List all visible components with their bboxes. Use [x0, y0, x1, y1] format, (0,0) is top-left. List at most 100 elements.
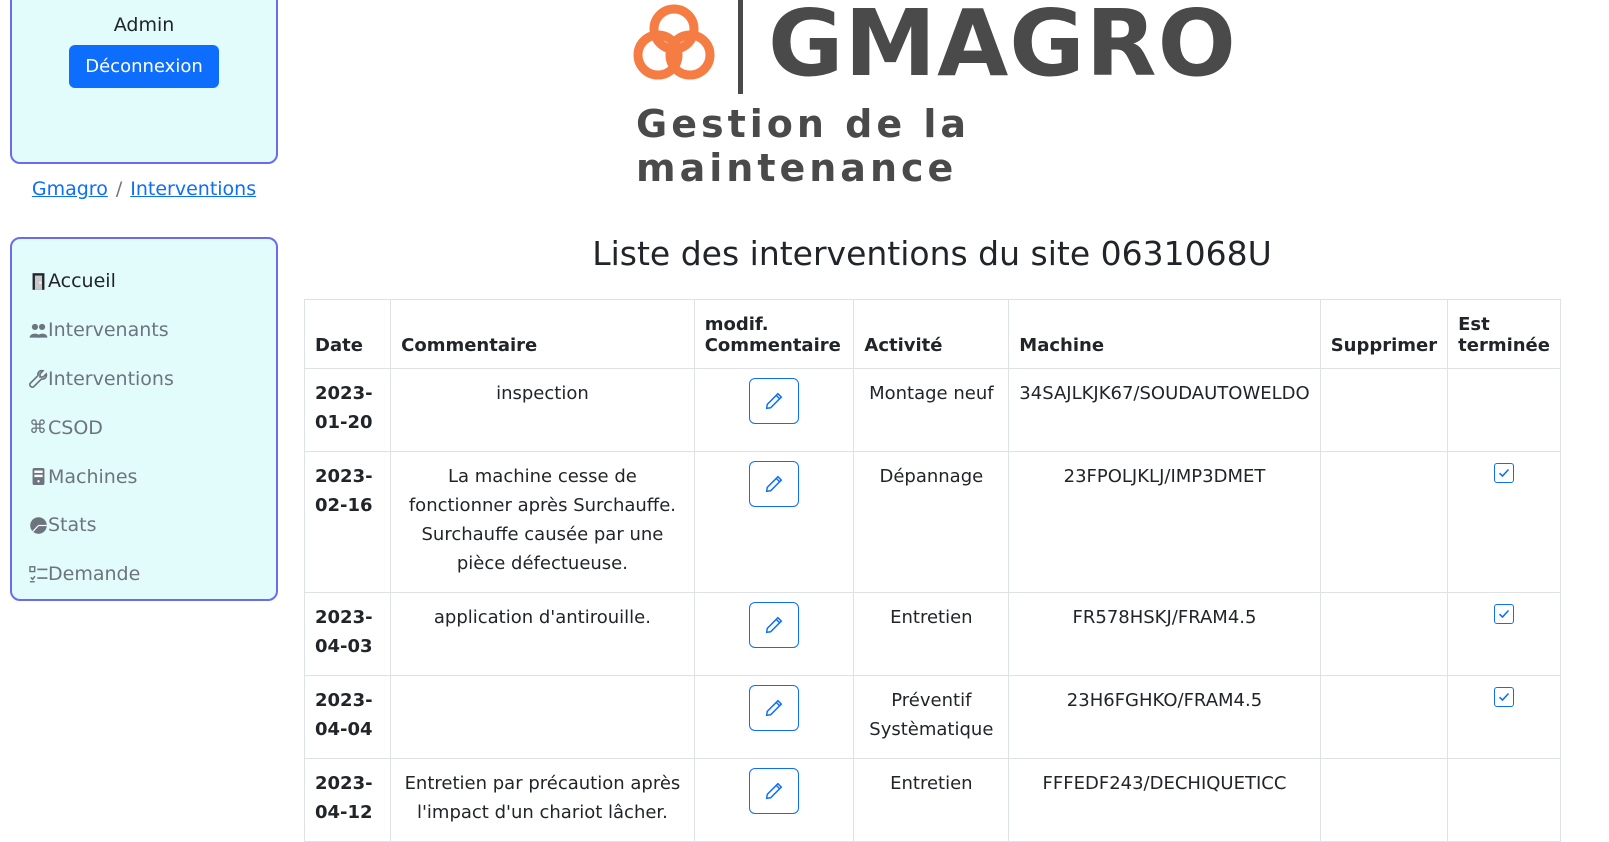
sidebar-item-machines[interactable]: Machines — [12, 452, 276, 501]
wrench-icon — [28, 369, 48, 389]
cell-date: 2023-04-12 — [303, 758, 392, 842]
cell-date: 2023-01-20 — [303, 368, 392, 452]
checklist-icon — [28, 564, 48, 584]
sidebar-item-label: Intervenants — [48, 319, 169, 342]
sidebar-item-intervenants[interactable]: Intervenants — [12, 306, 276, 355]
table-row: 2023-04-03 application d'antirouille. En… — [303, 592, 1561, 676]
cell-supprimer — [1319, 592, 1449, 676]
cell-commentaire — [390, 675, 695, 759]
cell-date: 2023-02-16 — [303, 451, 392, 593]
pencil-icon — [765, 616, 783, 634]
cell-est-terminee — [1447, 592, 1561, 676]
header-activite: Activité — [853, 299, 1010, 369]
cell-edit — [693, 675, 855, 759]
header-modif-commentaire: modif. Commentaire — [693, 299, 855, 369]
table-row: 2023-02-16 La machine cesse de fonctionn… — [303, 451, 1561, 593]
header-commentaire: Commentaire — [390, 299, 695, 369]
header-machine: Machine — [1008, 299, 1321, 369]
server-icon — [28, 467, 48, 487]
header-supprimer: Supprimer — [1319, 299, 1449, 369]
cell-edit — [693, 758, 855, 842]
command-icon: ⌘ — [29, 417, 47, 439]
table-row: 2023-01-20 inspection Montage neuf 34SAJ… — [303, 368, 1561, 452]
user-name: Admin — [113, 14, 175, 36]
sidebar-item-accueil[interactable]: Accueil — [12, 257, 276, 306]
edit-comment-button[interactable] — [749, 461, 800, 507]
sidebar-item-label: Interventions — [48, 367, 174, 390]
pie-chart-icon — [28, 515, 48, 535]
cell-machine: 23FPOLJKLJ/IMP3DMET — [1008, 451, 1321, 593]
gmagro-logo: GMAGRO Gestion de la maintenance — [632, 0, 1272, 190]
cell-supprimer — [1319, 368, 1449, 452]
sidebar-item-stats[interactable]: Stats — [12, 501, 276, 550]
interventions-table: Date Commentaire modif. Commentaire Acti… — [303, 299, 1561, 842]
cell-est-terminee — [1447, 368, 1561, 452]
door-icon — [28, 271, 48, 291]
sidebar-item-label: Stats — [48, 514, 97, 537]
cell-machine: 34SAJLKJK67/SOUDAUTOWELDO — [1008, 368, 1321, 452]
people-icon — [28, 320, 48, 340]
pencil-icon — [765, 782, 783, 800]
page-title: Liste des interventions du site 0631068U — [592, 234, 1272, 273]
user-panel: Admin Déconnexion — [10, 0, 278, 164]
sidebar-item-csod[interactable]: ⌘ CSOD — [12, 403, 276, 452]
cell-commentaire: Entretien par précaution après l'impact … — [390, 758, 695, 842]
sidebar-item-demande[interactable]: Demande — [12, 550, 276, 599]
cell-activite: Dépannage — [853, 451, 1010, 593]
cell-activite: Préventif Systèmatique — [853, 675, 1010, 759]
terminee-checkbox[interactable] — [1494, 604, 1515, 624]
cell-activite: Entretien — [853, 592, 1010, 676]
edit-comment-button[interactable] — [749, 378, 800, 424]
sidebar-item-label: Machines — [48, 465, 138, 488]
breadcrumb-home[interactable]: Gmagro — [32, 178, 108, 200]
sidebar-item-interventions[interactable]: Interventions — [12, 355, 276, 404]
cell-edit — [693, 592, 855, 676]
logo-divider — [738, 0, 743, 94]
cell-commentaire: La machine cesse de fonctionner après Su… — [390, 451, 695, 593]
cell-activite: Entretien — [853, 758, 1010, 842]
cell-machine: FR578HSKJ/FRAM4.5 — [1008, 592, 1321, 676]
cell-activite: Montage neuf — [853, 368, 1010, 452]
cell-supprimer — [1319, 758, 1449, 842]
logo-rings-icon — [633, 4, 715, 80]
logout-button[interactable]: Déconnexion — [69, 45, 219, 88]
checkmark-icon — [1499, 692, 1510, 702]
table-header-row: Date Commentaire modif. Commentaire Acti… — [303, 299, 1561, 369]
cell-supprimer — [1319, 451, 1449, 593]
cell-commentaire: inspection — [390, 368, 695, 452]
terminee-checkbox[interactable] — [1494, 463, 1515, 483]
breadcrumb-interventions[interactable]: Interventions — [130, 178, 256, 200]
breadcrumb-separator: / — [115, 178, 123, 200]
cell-edit — [693, 368, 855, 452]
pencil-icon — [765, 699, 783, 717]
cell-machine: 23H6FGHKO/FRAM4.5 — [1008, 675, 1321, 759]
cell-est-terminee — [1447, 675, 1561, 759]
edit-comment-button[interactable] — [749, 768, 800, 814]
terminee-checkbox[interactable] — [1494, 687, 1515, 707]
pencil-icon — [765, 475, 783, 493]
sidebar-item-label: Accueil — [48, 270, 116, 293]
cell-edit — [693, 451, 855, 593]
checkmark-icon — [1499, 609, 1510, 619]
cell-commentaire: application d'antirouille. — [390, 592, 695, 676]
sidebar-item-label: Demande — [48, 563, 141, 586]
edit-comment-button[interactable] — [749, 685, 800, 731]
sidebar-nav: Accueil Intervenants Interventions ⌘ CSO… — [10, 237, 278, 601]
table-row: 2023-04-04 Préventif Systèmatique 23H6FG… — [303, 675, 1561, 759]
checkmark-icon — [1499, 468, 1510, 478]
logo-tagline: Gestion de la maintenance — [636, 102, 971, 190]
cell-date: 2023-04-04 — [303, 675, 392, 759]
logo-wordmark: GMAGRO — [768, 0, 1237, 97]
header-est-terminee: Est terminée — [1447, 299, 1561, 369]
breadcrumb: Gmagro / Interventions — [10, 178, 278, 200]
cell-supprimer — [1319, 675, 1449, 759]
sidebar-item-label: CSOD — [48, 416, 103, 439]
cell-est-terminee — [1447, 451, 1561, 593]
cell-date: 2023-04-03 — [303, 592, 392, 676]
pencil-icon — [765, 392, 783, 410]
edit-comment-button[interactable] — [749, 602, 800, 648]
cell-machine: FFFEDF243/DECHIQUETICC — [1008, 758, 1321, 842]
table-row: 2023-04-12 Entretien par précaution aprè… — [303, 758, 1561, 842]
cell-est-terminee — [1447, 758, 1561, 842]
header-date: Date — [303, 299, 392, 369]
